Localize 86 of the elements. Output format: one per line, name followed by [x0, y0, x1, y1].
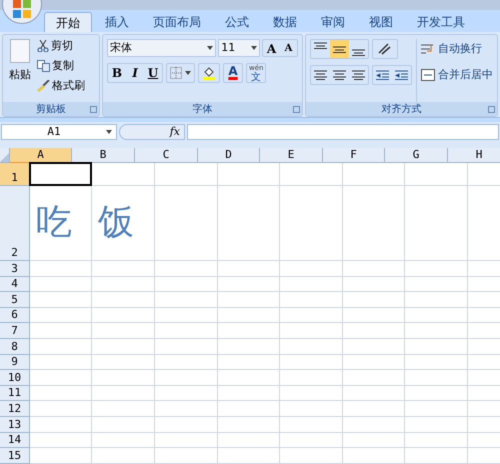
row-header[interactable]: 5: [0, 292, 30, 308]
font-size-field[interactable]: 11: [218, 39, 260, 57]
group-label: 对齐方式: [382, 102, 422, 116]
cell-text: 饭: [98, 203, 134, 243]
clipboard-icon: [10, 39, 30, 63]
column-header[interactable]: D: [198, 148, 260, 163]
row-header[interactable]: 7: [0, 323, 30, 339]
font-color-button[interactable]: A: [223, 63, 243, 83]
row-header[interactable]: 12: [0, 401, 30, 417]
merge-center-button[interactable]: 合并后居中: [421, 65, 493, 85]
indent-icon: [395, 70, 408, 80]
dialog-launcher-icon[interactable]: [90, 106, 97, 112]
spreadsheet-cell[interactable]: 饭: [92, 186, 155, 261]
vertical-align-button[interactable]: [330, 40, 349, 58]
italic-button[interactable]: I: [126, 64, 144, 82]
copy-button[interactable]: 复制: [37, 57, 85, 75]
row-header[interactable]: 15: [0, 448, 30, 464]
column-header[interactable]: H: [448, 148, 500, 163]
row-header[interactable]: 9: [0, 354, 30, 370]
caret-icon: [207, 46, 214, 50]
text-lines-icon: [314, 70, 327, 80]
group-label: 剪贴板: [36, 102, 66, 116]
dialog-launcher-icon[interactable]: [293, 106, 300, 112]
dialog-launcher-icon[interactable]: [488, 106, 495, 112]
column-header[interactable]: B: [72, 148, 135, 163]
column-header[interactable]: A: [10, 148, 72, 163]
spreadsheet-cell[interactable]: 吃: [30, 186, 92, 261]
fill-color-button[interactable]: [198, 63, 220, 83]
column-header[interactable]: F: [323, 148, 385, 163]
insert-function-button[interactable]: fx: [170, 124, 180, 140]
office-logo-icon: [13, 0, 31, 18]
ribbon-tab[interactable]: 视图: [358, 12, 404, 32]
grow-font-button[interactable]: A: [263, 40, 280, 56]
ribbon-tab[interactable]: 页面布局: [142, 12, 212, 32]
row-header[interactable]: 3: [0, 261, 30, 277]
ribbon-tab[interactable]: 开发工具: [406, 12, 476, 32]
indent-icon: [376, 70, 389, 80]
shrink-font-button[interactable]: A: [280, 40, 297, 56]
text-lines-icon: [352, 70, 365, 80]
row-header[interactable]: 8: [0, 338, 30, 355]
column-header[interactable]: E: [260, 148, 323, 163]
scissors-icon: [37, 40, 49, 52]
row-header[interactable]: 1: [0, 163, 30, 186]
text-lines-icon: [333, 70, 346, 80]
format-painter-button[interactable]: 格式刷: [37, 77, 85, 95]
align-lines-icon: [314, 42, 327, 49]
merge-cells-icon: [421, 69, 435, 81]
corner-triangle-icon: [0, 153, 9, 162]
caret-icon: [251, 46, 257, 50]
ribbon-tab[interactable]: 数据: [262, 12, 308, 32]
bold-button[interactable]: B: [108, 64, 126, 82]
ribbon-tab[interactable]: 开始: [44, 12, 92, 32]
paint-bucket-icon: [202, 66, 216, 80]
slanted-text-icon: [378, 43, 392, 55]
ribbon-tab[interactable]: 公式: [214, 12, 260, 32]
copy-icon: [37, 60, 50, 72]
underline-button[interactable]: U: [144, 64, 162, 82]
row-header[interactable]: 11: [0, 386, 30, 402]
paste-button[interactable]: 粘贴: [5, 37, 35, 102]
column-header[interactable]: C: [135, 148, 198, 163]
align-lines-icon: [333, 46, 346, 52]
borders-icon: [170, 67, 182, 79]
row-header[interactable]: 10: [0, 370, 30, 386]
row-header[interactable]: 6: [0, 308, 30, 324]
paintbrush-icon: [37, 80, 50, 92]
row-header[interactable]: 13: [0, 416, 30, 433]
row-header[interactable]: 2: [0, 186, 30, 261]
wrap-text-icon: [421, 43, 435, 55]
align-lines-icon: [352, 49, 365, 56]
borders-button[interactable]: [166, 63, 195, 83]
caret-icon: [106, 130, 112, 134]
group-label: 字体: [192, 102, 212, 116]
font-name-field[interactable]: 宋体: [107, 39, 216, 57]
name-box[interactable]: A1: [1, 124, 117, 140]
cell-text: 吃: [36, 203, 72, 243]
row-header[interactable]: 4: [0, 276, 30, 292]
row-header[interactable]: 14: [0, 432, 30, 448]
wrap-text-button[interactable]: 自动换行: [421, 39, 493, 59]
cut-button[interactable]: 剪切: [37, 37, 85, 55]
orientation-button[interactable]: [372, 39, 398, 59]
select-all-button[interactable]: [0, 148, 10, 163]
caret-icon: [185, 71, 191, 75]
ribbon-tab[interactable]: 插入: [94, 12, 140, 32]
column-header[interactable]: G: [385, 148, 448, 163]
ribbon-tab[interactable]: 审阅: [310, 12, 356, 32]
formula-input[interactable]: [187, 124, 499, 140]
